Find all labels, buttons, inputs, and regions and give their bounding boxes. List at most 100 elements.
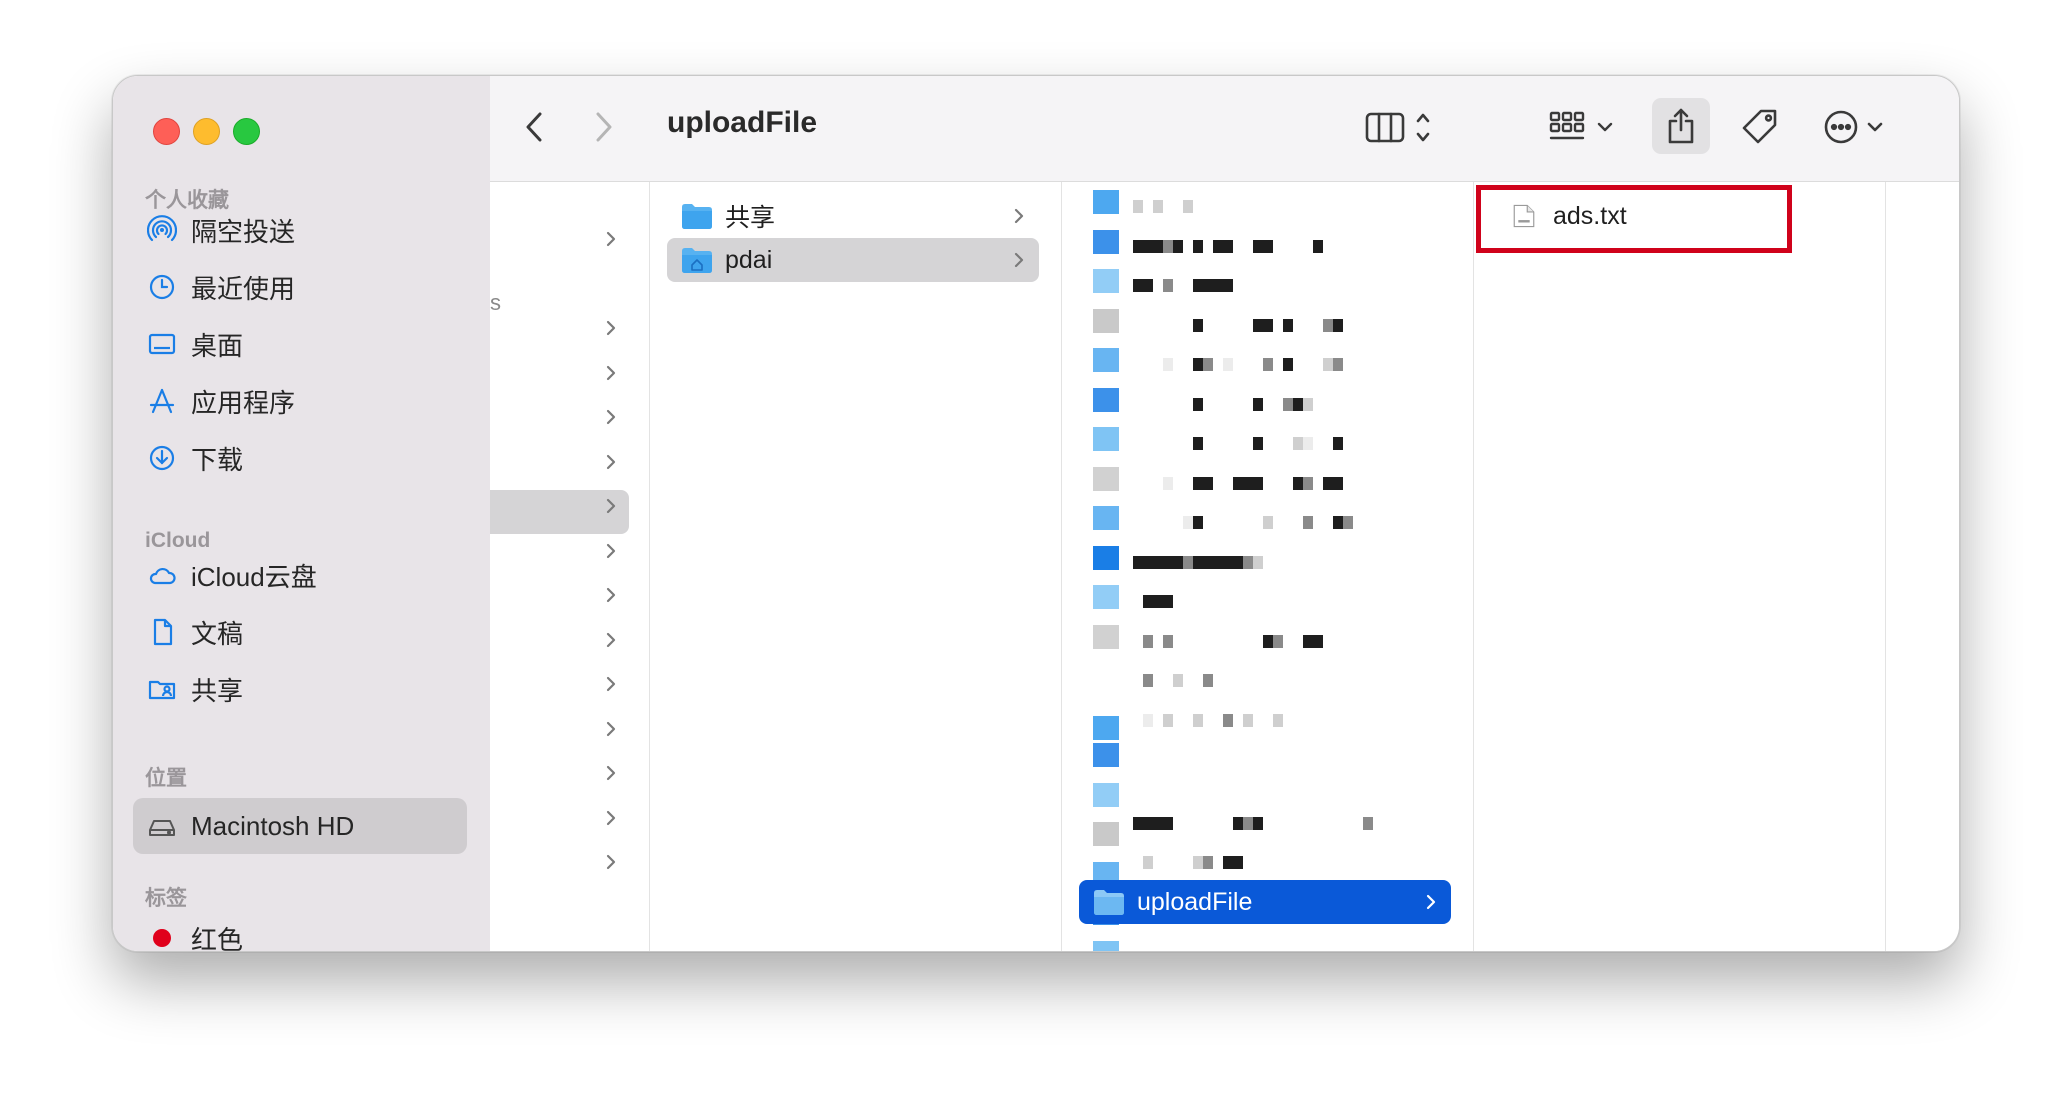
list-item-label: uploadFile — [1137, 887, 1253, 916]
sidebar-item-documents[interactable]: 文稿 — [133, 604, 467, 660]
redacted-text-block — [1183, 555, 1193, 569]
redacted-text-block — [1143, 856, 1153, 869]
finder-window: 个人收藏 隔空投送 最近使用 桌面 应用程序 下载 iCloud iCloud云… — [112, 75, 1960, 952]
back-button[interactable] — [516, 104, 552, 150]
redacted-text-block — [1163, 279, 1173, 292]
document-icon — [147, 617, 177, 647]
redacted-text-block — [1283, 358, 1293, 371]
redacted-text-block — [1333, 516, 1343, 529]
more-actions-button[interactable] — [1822, 104, 1902, 150]
pixelated-file-icon — [1093, 743, 1119, 767]
folder-icon — [682, 204, 712, 229]
sidebar-item-applications[interactable]: 应用程序 — [133, 373, 467, 429]
redacted-text-block — [1303, 437, 1313, 450]
redacted-text-block — [1233, 816, 1243, 830]
redacted-text-block — [1193, 318, 1203, 332]
sidebar-item-recents[interactable]: 最近使用 — [133, 259, 467, 315]
redacted-text-block — [1153, 555, 1163, 569]
desktop-icon — [147, 329, 177, 359]
annotation-highlight-box — [1476, 185, 1792, 253]
list-item-uploadfile-folder[interactable]: uploadFile — [1079, 880, 1451, 924]
airdrop-icon — [147, 215, 177, 245]
sidebar-item-icloud-drive[interactable]: iCloud云盘 — [133, 547, 467, 603]
pixelated-file-icon — [1093, 427, 1119, 451]
redacted-text-block — [1303, 634, 1313, 648]
pixelated-file-icon — [1093, 506, 1119, 530]
sidebar-item-desktop[interactable]: 桌面 — [133, 316, 467, 372]
redacted-text-block — [1313, 239, 1323, 253]
chevron-right-icon — [605, 408, 617, 426]
redacted-text-block — [1303, 516, 1313, 529]
home-folder-icon — [682, 248, 712, 273]
redacted-text-block — [1163, 239, 1173, 253]
redacted-text-block — [1133, 816, 1143, 830]
chevron-right-icon — [605, 675, 617, 693]
forward-button[interactable] — [586, 104, 622, 150]
pixelated-file-icon — [1093, 466, 1119, 491]
redacted-text-block — [1323, 476, 1333, 490]
redacted-text-block — [1143, 239, 1153, 253]
tag-button[interactable] — [1737, 104, 1783, 150]
sidebar-item-airdrop[interactable]: 隔空投送 — [133, 202, 467, 258]
chevron-right-icon — [605, 319, 617, 337]
redacted-text-block — [1263, 516, 1273, 529]
redacted-text-block — [1143, 595, 1153, 608]
chevron-right-icon — [605, 364, 617, 382]
list-item-pdai-folder[interactable]: pdai — [667, 238, 1039, 282]
redacted-text-block — [1293, 437, 1303, 450]
column-2: 共享 pdai — [649, 182, 1062, 951]
redacted-text-block — [1233, 856, 1243, 869]
view-mode-button[interactable] — [1364, 104, 1450, 150]
sidebar-item-downloads[interactable]: 下载 — [133, 430, 467, 486]
redacted-text-block — [1163, 713, 1173, 727]
chevron-left-icon — [526, 112, 542, 142]
group-button[interactable] — [1547, 104, 1627, 150]
close-window-button[interactable] — [153, 118, 180, 145]
truncated-item-fragment: s — [490, 290, 501, 315]
chevron-right-icon — [605, 453, 617, 471]
redacted-text-block — [1193, 476, 1203, 490]
download-icon — [147, 443, 177, 473]
redacted-text-block — [1253, 476, 1263, 490]
column-4: ads.txt — [1473, 182, 1886, 951]
sidebar-item-label: 下载 — [191, 444, 244, 475]
sidebar-item-label: 最近使用 — [191, 273, 296, 304]
sidebar: 个人收藏 隔空投送 最近使用 桌面 应用程序 下载 iCloud iCloud云… — [113, 76, 490, 951]
redacted-text-block — [1193, 397, 1203, 411]
clock-icon — [147, 272, 177, 302]
locations-heading: 位置 — [145, 767, 187, 790]
redacted-text-block — [1193, 358, 1203, 371]
redacted-text-block — [1133, 555, 1143, 569]
list-item-shared-folder[interactable]: 共享 — [667, 194, 1039, 238]
redacted-text-block — [1193, 437, 1203, 450]
redacted-text-block — [1263, 239, 1273, 253]
redacted-text-block — [1163, 476, 1173, 490]
redacted-text-block — [1193, 555, 1203, 569]
pixelated-file-icon — [1093, 229, 1119, 254]
redacted-text-block — [1163, 555, 1173, 569]
redacted-text-block — [1253, 397, 1263, 411]
zoom-window-button[interactable] — [233, 118, 260, 145]
chevron-right-icon — [596, 112, 612, 142]
window-title: uploadFile — [667, 106, 817, 139]
share-button[interactable] — [1652, 98, 1710, 154]
redacted-text-block — [1173, 239, 1183, 253]
redacted-text-block — [1253, 555, 1263, 569]
columns-view-icon — [1365, 112, 1430, 143]
sidebar-item-label: 共享 — [191, 675, 244, 706]
chevron-right-icon — [605, 631, 617, 649]
redacted-text-block — [1133, 279, 1143, 292]
sidebar-item-tag-red[interactable]: 红色 — [133, 910, 467, 952]
redacted-text-block — [1153, 239, 1163, 253]
sidebar-item-shared[interactable]: 共享 — [133, 661, 467, 717]
sidebar-item-label: 红色 — [191, 924, 244, 952]
redacted-text-block — [1153, 816, 1163, 830]
sidebar-item-macintosh-hd[interactable]: Macintosh HD — [133, 798, 467, 854]
pixelated-file-icon — [1093, 585, 1119, 609]
minimize-window-button[interactable] — [193, 118, 220, 145]
redacted-text-block — [1253, 318, 1263, 332]
redacted-text-block — [1263, 358, 1273, 371]
redacted-text-block — [1283, 397, 1293, 411]
list-item-label: pdai — [725, 245, 773, 274]
chevron-right-icon — [605, 586, 617, 604]
